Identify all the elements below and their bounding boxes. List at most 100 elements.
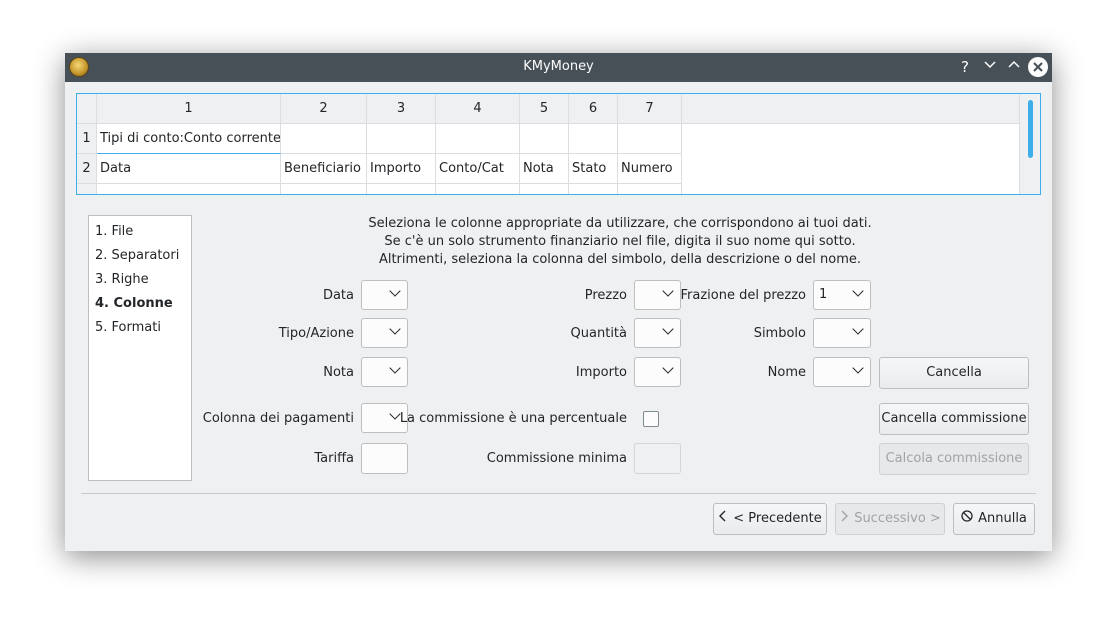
title-bar: KMyMoney ? — [65, 53, 1052, 82]
data-combo[interactable] — [361, 280, 408, 310]
chevron-down-icon — [852, 362, 864, 374]
table-cell[interactable]: Beneficiario — [281, 154, 367, 184]
instructions-line: Se c'è un solo strumento finanziario nel… — [384, 234, 856, 249]
calcola-commissione-button[interactable]: Calcola commissione — [879, 443, 1029, 475]
table-cell[interactable] — [367, 124, 436, 154]
quantita-combo[interactable] — [634, 318, 681, 348]
tipo-azione-combo[interactable] — [361, 318, 408, 348]
table-cell[interactable] — [520, 124, 569, 154]
corner-cell — [77, 94, 97, 124]
importo-combo[interactable] — [634, 357, 681, 387]
kmymoney-window: KMyMoney ? 1 2 3 4 5 6 7 1 Tipi di conto… — [65, 53, 1052, 551]
instructions-line: Seleziona le colonne appropriate da util… — [368, 216, 872, 231]
successivo-button[interactable]: Successivo > — [835, 503, 945, 535]
chevron-down-icon — [389, 285, 401, 297]
instructions-text: Seleziona le colonne appropriate da util… — [225, 215, 1015, 269]
separator — [81, 493, 1036, 494]
table-cell[interactable] — [436, 124, 520, 154]
help-icon[interactable]: ? — [955, 57, 975, 77]
nome-label: Nome — [767, 365, 806, 380]
step-file: 1. File — [95, 224, 134, 239]
column-header[interactable]: 5 — [520, 94, 569, 124]
table-cell[interactable]: Importo — [367, 154, 436, 184]
table-cell[interactable]: Data — [97, 154, 281, 184]
commissione-minima-label: Commissione minima — [486, 451, 627, 466]
frazione-prezzo-label: Frazione del prezzo — [680, 288, 806, 303]
table-cell[interactable] — [281, 184, 367, 194]
table-cell[interactable] — [618, 184, 682, 194]
row-header[interactable]: 1 — [77, 124, 97, 154]
chevron-down-icon — [389, 323, 401, 335]
column-header[interactable]: 1 — [97, 94, 281, 124]
chevron-down-icon — [389, 362, 401, 374]
prezzo-label: Prezzo — [584, 288, 627, 303]
window-title: KMyMoney — [523, 59, 594, 74]
table-cell[interactable] — [97, 184, 281, 194]
table-cell[interactable] — [520, 184, 569, 194]
preview-scrollbar[interactable] — [1019, 94, 1040, 194]
chevron-right-icon — [839, 504, 849, 534]
commissione-percentuale-label: La commissione è una percentuale — [399, 411, 627, 426]
table-cell[interactable] — [569, 124, 618, 154]
colonna-pagamenti-label: Colonna dei pagamenti — [202, 411, 354, 426]
frazione-prezzo-value: 1 — [819, 287, 828, 302]
frazione-prezzo-combo[interactable]: 1 — [813, 280, 871, 310]
table-cell[interactable] — [436, 184, 520, 194]
table-cell[interactable]: Conto/Cat — [436, 154, 520, 184]
tariffa-label: Tariffa — [314, 451, 354, 466]
table-cell[interactable]: Numero — [618, 154, 682, 184]
quantita-label: Quantità — [570, 326, 627, 341]
row-header[interactable]: 2 — [77, 154, 97, 184]
column-header[interactable]: 3 — [367, 94, 436, 124]
preview-table[interactable]: 1 2 3 4 5 6 7 1 Tipi di conto:Conto corr… — [76, 93, 1041, 195]
commissione-minima-input[interactable] — [634, 443, 681, 474]
commissione-percentuale-checkbox[interactable] — [643, 411, 659, 427]
precedente-label: < Precedente — [733, 511, 822, 526]
empty-header — [682, 94, 1020, 124]
nome-combo[interactable] — [813, 357, 871, 387]
cancella-commissione-button[interactable]: Cancella commissione — [879, 403, 1029, 435]
tariffa-input[interactable] — [361, 443, 408, 474]
step-colonne: 4. Colonne — [95, 296, 173, 311]
precedente-button[interactable]: < Precedente — [713, 503, 827, 535]
nota-label: Nota — [323, 365, 354, 380]
table-cell[interactable] — [569, 184, 618, 194]
data-label: Data — [322, 288, 354, 303]
table-cell[interactable]: Tipi di conto:Conto corrente — [97, 124, 281, 154]
row-header[interactable] — [77, 184, 97, 194]
step-separatori: 2. Separatori — [95, 248, 180, 263]
annulla-label: Annulla — [978, 511, 1027, 526]
maximize-icon[interactable] — [1004, 57, 1024, 77]
close-icon[interactable] — [1028, 57, 1048, 77]
chevron-down-icon — [662, 323, 674, 335]
column-header[interactable]: 2 — [281, 94, 367, 124]
chevron-down-icon — [852, 285, 864, 297]
annulla-button[interactable]: Annulla — [953, 503, 1035, 535]
scrollbar-thumb[interactable] — [1028, 100, 1033, 158]
instructions-line: Altrimenti, seleziona la colonna del sim… — [378, 252, 862, 267]
chevron-down-icon — [662, 362, 674, 374]
cancella-button[interactable]: Cancella — [879, 357, 1029, 389]
minimize-icon[interactable] — [980, 57, 1000, 77]
column-header[interactable]: 4 — [436, 94, 520, 124]
importo-label: Importo — [575, 365, 627, 380]
chevron-left-icon — [718, 504, 728, 534]
table-cell[interactable] — [367, 184, 436, 194]
nota-combo[interactable] — [361, 357, 408, 387]
successivo-label: Successivo > — [854, 511, 941, 526]
cancel-icon — [961, 504, 973, 534]
table-cell[interactable]: Stato — [569, 154, 618, 184]
prezzo-combo[interactable] — [634, 280, 681, 310]
table-cell[interactable]: Nota — [520, 154, 569, 184]
simbolo-label: Simbolo — [753, 326, 806, 341]
table-cell[interactable] — [281, 124, 367, 154]
step-righe: 3. Righe — [95, 272, 149, 287]
simbolo-combo[interactable] — [813, 318, 871, 348]
column-header[interactable]: 7 — [618, 94, 682, 124]
step-formati: 5. Formati — [95, 320, 161, 335]
table-cell[interactable] — [618, 124, 682, 154]
tipo-azione-label: Tipo/Azione — [278, 326, 354, 341]
column-header[interactable]: 6 — [569, 94, 618, 124]
chevron-down-icon — [852, 323, 864, 335]
wizard-steps-list: 1. File 2. Separatori 3. Righe 4. Colonn… — [88, 215, 192, 481]
